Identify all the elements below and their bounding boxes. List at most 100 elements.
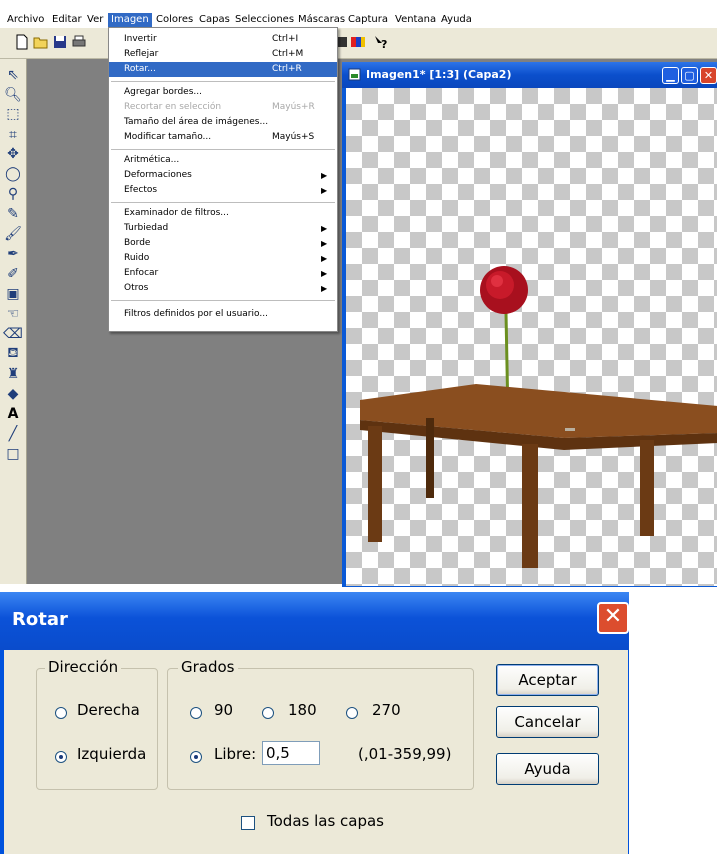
- rotate-dialog: Rotar ✕ Dirección Derecha Izquierda Grad…: [0, 592, 629, 854]
- radio-270[interactable]: [346, 707, 358, 719]
- color-palette-icon[interactable]: [350, 34, 366, 50]
- menu-ver[interactable]: Ver: [84, 13, 106, 27]
- menu-item-examinador-filtros[interactable]: Examinador de filtros...: [109, 206, 337, 221]
- label-izquierda[interactable]: Izquierda: [77, 745, 146, 763]
- imagen-menu: Invertir Ctrl+I Reflejar Ctrl+M Rotar... Ct…: [108, 27, 338, 332]
- label-derecha[interactable]: Derecha: [77, 701, 140, 719]
- lasso-tool-icon[interactable]: ◯: [4, 166, 22, 182]
- menu-archivo[interactable]: Archivo: [4, 13, 47, 27]
- direction-group: Dirección Derecha Izquierda: [36, 658, 158, 790]
- window-close-button[interactable]: ✕: [700, 67, 717, 84]
- image-canvas[interactable]: [346, 88, 717, 586]
- degrees-legend: Grados: [178, 658, 238, 676]
- minimize-button[interactable]: ▁: [662, 67, 679, 84]
- label-90[interactable]: 90: [214, 701, 233, 719]
- all-layers-checkbox[interactable]: [241, 816, 255, 830]
- menu-item-otros[interactable]: Otros ▶: [109, 281, 337, 296]
- menu-editar[interactable]: Editar: [49, 13, 85, 27]
- menu-item-modificar-tamano[interactable]: Modificar tamaño... Mayús+S: [109, 130, 337, 145]
- fill-tool-icon[interactable]: ⛾: [4, 345, 22, 362]
- new-document-icon[interactable]: [14, 34, 30, 50]
- maximize-button[interactable]: ▢: [681, 67, 698, 84]
- svg-text:?: ?: [381, 38, 387, 50]
- radio-derecha[interactable]: [55, 707, 67, 719]
- radio-libre[interactable]: [190, 751, 202, 763]
- cancel-button[interactable]: Cancelar: [496, 706, 599, 738]
- eyedropper-tool-icon[interactable]: ✎: [4, 206, 22, 222]
- move-tool-icon[interactable]: ✥: [4, 146, 22, 162]
- menu-colores[interactable]: Colores: [153, 13, 196, 27]
- submenu-arrow-icon: ▶: [321, 186, 328, 195]
- label-180[interactable]: 180: [288, 701, 317, 719]
- airbrush-tool-icon[interactable]: ✐: [4, 266, 22, 282]
- menu-separator: [111, 149, 335, 150]
- menu-item-rotar[interactable]: Rotar... Ctrl+R: [109, 62, 337, 77]
- radio-izquierda[interactable]: [55, 751, 67, 763]
- text-tool-icon[interactable]: A: [4, 406, 22, 422]
- smudge-tool-icon[interactable]: ☜: [4, 306, 22, 322]
- submenu-arrow-icon: ▶: [321, 269, 328, 278]
- shape-tool-icon[interactable]: □: [4, 446, 22, 462]
- dialog-close-button[interactable]: ✕: [597, 602, 629, 634]
- menu-item-enfocar[interactable]: Enfocar ▶: [109, 266, 337, 281]
- menu-item-reflejar[interactable]: Reflejar Ctrl+M: [109, 47, 337, 62]
- pointer-tool-icon[interactable]: ⇖: [4, 67, 22, 83]
- eraser-tool-icon[interactable]: ⌫: [3, 326, 23, 342]
- menu-separator: [111, 202, 335, 203]
- direction-legend: Dirección: [45, 658, 122, 676]
- submenu-arrow-icon: ▶: [321, 239, 328, 248]
- flood-fill-tool-icon[interactable]: ◆: [4, 386, 22, 402]
- zoom-tool-icon[interactable]: 🔍︎: [4, 87, 22, 103]
- menu-item-borde[interactable]: Borde ▶: [109, 236, 337, 251]
- menu-item-aritmetica[interactable]: Aritmética...: [109, 153, 337, 168]
- table-flower-image: [360, 266, 717, 568]
- ok-button[interactable]: Aceptar: [496, 664, 599, 696]
- clone-tool-icon[interactable]: ▣: [4, 286, 22, 302]
- dialog-titlebar[interactable]: Rotar: [0, 592, 629, 650]
- line-tool-icon[interactable]: ╱: [4, 426, 22, 442]
- radio-90[interactable]: [190, 707, 202, 719]
- menu-item-deformaciones[interactable]: Deformaciones ▶: [109, 168, 337, 183]
- menu-item-tamano-area[interactable]: Tamaño del área de imágenes...: [109, 115, 337, 130]
- submenu-arrow-icon: ▶: [321, 171, 328, 180]
- all-layers-label[interactable]: Todas las capas: [267, 812, 384, 830]
- image-window-title: Imagen1* [1:3] (Capa2): [366, 68, 512, 81]
- crop-tool-icon[interactable]: ⌗: [4, 127, 22, 143]
- submenu-arrow-icon: ▶: [321, 254, 328, 263]
- menu-item-filtros-usuario[interactable]: Filtros definidos por el usuario...: [109, 307, 337, 322]
- image-window: Imagen1* [1:3] (Capa2) ▁ ▢ ✕: [342, 62, 717, 587]
- help-button[interactable]: Ayuda: [496, 753, 599, 785]
- menu-imagen[interactable]: Imagen: [108, 13, 152, 27]
- free-degrees-input[interactable]: 0,5: [262, 741, 320, 765]
- menu-ventana[interactable]: Ventana: [392, 13, 439, 27]
- menu-mascaras[interactable]: Máscaras: [295, 13, 348, 27]
- label-270[interactable]: 270: [372, 701, 401, 719]
- menu-capas[interactable]: Capas: [196, 13, 233, 27]
- menu-separator: [111, 81, 335, 82]
- label-libre[interactable]: Libre:: [214, 745, 256, 763]
- magic-wand-tool-icon[interactable]: ⚲: [4, 186, 22, 202]
- submenu-arrow-icon: ▶: [321, 284, 328, 293]
- menu-item-turbiedad[interactable]: Turbiedad ▶: [109, 221, 337, 236]
- context-help-icon[interactable]: ?: [373, 34, 389, 50]
- menu-item-agregar-bordes[interactable]: Agregar bordes...: [109, 85, 337, 100]
- print-icon[interactable]: [71, 34, 87, 50]
- tool-palette: ⇖ 🔍︎ ⬚ ⌗ ✥ ◯ ⚲ ✎ 🖌︎ ✒ ✐ ▣ ☜ ⌫ ⛾ ♜ ◆ A ╱ …: [0, 59, 27, 584]
- menu-item-ruido[interactable]: Ruido ▶: [109, 251, 337, 266]
- brush-tool-icon[interactable]: 🖌︎: [4, 226, 22, 242]
- open-folder-icon[interactable]: [33, 34, 49, 50]
- save-icon[interactable]: [52, 34, 68, 50]
- radio-180[interactable]: [262, 707, 274, 719]
- menu-ayuda[interactable]: Ayuda: [438, 13, 475, 27]
- rect-select-tool-icon[interactable]: ⬚: [4, 106, 22, 122]
- menu-item-efectos[interactable]: Efectos ▶: [109, 183, 337, 198]
- menu-captura[interactable]: Captura: [345, 13, 391, 27]
- degrees-range-hint: (,01-359,99): [358, 745, 452, 763]
- pen-tool-icon[interactable]: ✒: [4, 246, 22, 262]
- menu-selecciones[interactable]: Selecciones: [232, 13, 297, 27]
- image-window-titlebar[interactable]: Imagen1* [1:3] (Capa2) ▁ ▢ ✕: [342, 62, 717, 88]
- menu-item-invertir[interactable]: Invertir Ctrl+I: [109, 32, 337, 47]
- menu-item-recortar-seleccion: Recortar en selección Mayús+R: [124, 102, 315, 112]
- degrees-group: Grados 90 180 270 Libre: 0,5 (,01-359,99…: [167, 658, 474, 790]
- retouch-tool-icon[interactable]: ♜: [4, 366, 22, 382]
